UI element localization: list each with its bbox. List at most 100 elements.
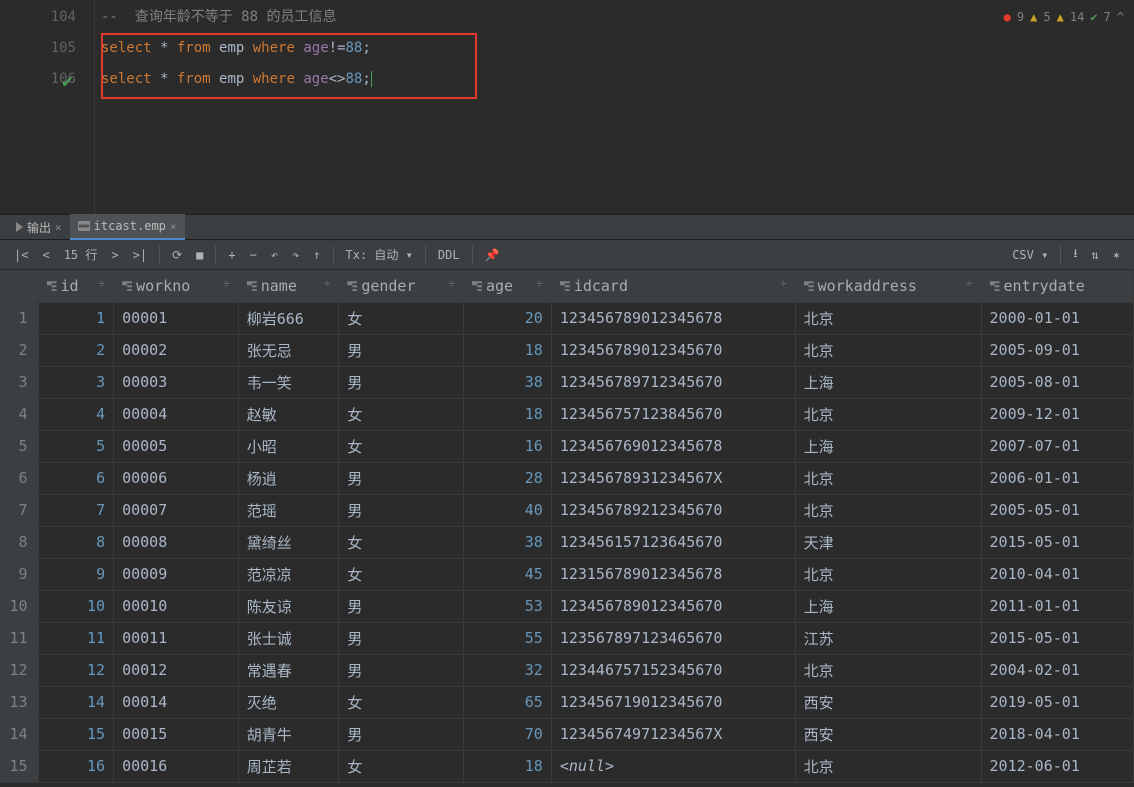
cell-workno[interactable]: 00008 (114, 526, 239, 558)
cell-age[interactable]: 40 (463, 494, 551, 526)
cell-gender[interactable]: 女 (339, 750, 464, 782)
cell-id[interactable]: 16 (38, 750, 114, 782)
cell-workno[interactable]: 00003 (114, 366, 239, 398)
cell-age[interactable]: 65 (463, 686, 551, 718)
cell-entrydate[interactable]: 2011-01-01 (981, 590, 1133, 622)
table-row[interactable]: 151600016周芷若女18<null>北京2012-06-01 (0, 750, 1134, 782)
cell-workaddress[interactable]: 上海 (795, 366, 981, 398)
cell-idcard[interactable]: 123456789012345670 (551, 590, 795, 622)
cell-entrydate[interactable]: 2000-01-01 (981, 302, 1133, 334)
cell-workno[interactable]: 00011 (114, 622, 239, 654)
cell-workaddress[interactable]: 北京 (795, 398, 981, 430)
cell-entrydate[interactable]: 2015-05-01 (981, 622, 1133, 654)
table-row[interactable]: 2200002张无忌男18123456789012345670北京2005-09… (0, 334, 1134, 366)
cell-workaddress[interactable]: 上海 (795, 590, 981, 622)
cell-name[interactable]: 黛绮丝 (238, 526, 339, 558)
cell-idcard[interactable]: 123456789012345678 (551, 302, 795, 334)
view-settings-button[interactable]: ✶ (1107, 245, 1126, 265)
cell-workaddress[interactable]: 北京 (795, 494, 981, 526)
cell-workno[interactable]: 00010 (114, 590, 239, 622)
cell-id[interactable]: 3 (38, 366, 114, 398)
cell-id[interactable]: 12 (38, 654, 114, 686)
table-row[interactable]: 5500005小昭女16123456769012345678上海2007-07-… (0, 430, 1134, 462)
commit-button[interactable]: ↑ (307, 245, 326, 265)
cell-id[interactable]: 7 (38, 494, 114, 526)
cell-id[interactable]: 11 (38, 622, 114, 654)
cell-age[interactable]: 18 (463, 398, 551, 430)
cell-idcard[interactable]: 123456719012345670 (551, 686, 795, 718)
ddl-button[interactable]: DDL (432, 245, 466, 265)
cell-id[interactable]: 4 (38, 398, 114, 430)
tx-mode-dropdown[interactable]: Tx: 自动 ▾ (340, 243, 419, 266)
column-header-gender[interactable]: gender÷ (339, 270, 464, 302)
cell-id[interactable]: 5 (38, 430, 114, 462)
cell-idcard[interactable]: 123456789712345670 (551, 366, 795, 398)
cell-idcard[interactable]: 12345678931234567X (551, 462, 795, 494)
cell-gender[interactable]: 女 (339, 686, 464, 718)
cell-age[interactable]: 38 (463, 526, 551, 558)
cell-workaddress[interactable]: 上海 (795, 430, 981, 462)
cell-entrydate[interactable]: 2006-01-01 (981, 462, 1133, 494)
cell-gender[interactable]: 男 (339, 718, 464, 750)
cell-gender[interactable]: 女 (339, 526, 464, 558)
row-count-label[interactable]: 15 行 (58, 243, 104, 266)
table-row[interactable]: 4400004赵敏女18123456757123845670北京2009-12-… (0, 398, 1134, 430)
cell-age[interactable]: 53 (463, 590, 551, 622)
cell-workaddress[interactable]: 北京 (795, 334, 981, 366)
cell-gender[interactable]: 男 (339, 366, 464, 398)
cell-entrydate[interactable]: 2005-05-01 (981, 494, 1133, 526)
cell-age[interactable]: 18 (463, 334, 551, 366)
cell-age[interactable]: 55 (463, 622, 551, 654)
cell-id[interactable]: 10 (38, 590, 114, 622)
cell-workno[interactable]: 00004 (114, 398, 239, 430)
cell-entrydate[interactable]: 2015-05-01 (981, 526, 1133, 558)
cell-workno[interactable]: 00007 (114, 494, 239, 526)
cell-workaddress[interactable]: 西安 (795, 718, 981, 750)
cell-name[interactable]: 常遇春 (238, 654, 339, 686)
cell-entrydate[interactable]: 2005-08-01 (981, 366, 1133, 398)
pin-button[interactable]: 📌 (479, 245, 506, 265)
tab-output[interactable]: 输出 × (8, 214, 70, 240)
cell-gender[interactable]: 女 (339, 558, 464, 590)
cell-id[interactable]: 9 (38, 558, 114, 590)
stop-button[interactable]: ■ (190, 245, 209, 265)
undo-button[interactable]: ↶ (265, 245, 284, 265)
cell-idcard[interactable]: 123456789212345670 (551, 494, 795, 526)
cell-age[interactable]: 28 (463, 462, 551, 494)
cell-entrydate[interactable]: 2005-09-01 (981, 334, 1133, 366)
cell-gender[interactable]: 男 (339, 654, 464, 686)
column-header-name[interactable]: name÷ (238, 270, 339, 302)
prev-page-button[interactable]: < (36, 245, 55, 265)
cell-workaddress[interactable]: 北京 (795, 558, 981, 590)
import-button[interactable]: ⇅ (1086, 245, 1105, 265)
code-line[interactable]: -- 查询年龄不等于 88 的员工信息 (101, 2, 1134, 33)
cell-entrydate[interactable]: 2018-04-01 (981, 718, 1133, 750)
remove-row-button[interactable]: − (244, 245, 263, 265)
refresh-button[interactable]: ⟳ (166, 245, 188, 265)
cell-age[interactable]: 16 (463, 430, 551, 462)
table-row[interactable]: 3300003韦一笑男38123456789712345670上海2005-08… (0, 366, 1134, 398)
cell-workno[interactable]: 00006 (114, 462, 239, 494)
table-row[interactable]: 8800008黛绮丝女38123456157123645670天津2015-05… (0, 526, 1134, 558)
cell-entrydate[interactable]: 2004-02-01 (981, 654, 1133, 686)
cell-gender[interactable]: 女 (339, 302, 464, 334)
tab-result[interactable]: itcast.emp × (70, 214, 185, 240)
cell-name[interactable]: 范瑶 (238, 494, 339, 526)
cell-workno[interactable]: 00012 (114, 654, 239, 686)
next-page-button[interactable]: > (105, 245, 124, 265)
cell-gender[interactable]: 女 (339, 430, 464, 462)
table-row[interactable]: 121200012常遇春男32123446757152345670北京2004-… (0, 654, 1134, 686)
collapse-icon[interactable]: ^ (1117, 2, 1124, 33)
cell-name[interactable]: 张无忌 (238, 334, 339, 366)
last-page-button[interactable]: >| (127, 245, 153, 265)
cell-name[interactable]: 范凉凉 (238, 558, 339, 590)
cell-idcard[interactable]: 123156789012345678 (551, 558, 795, 590)
column-header-age[interactable]: age÷ (463, 270, 551, 302)
cell-workaddress[interactable]: 江苏 (795, 622, 981, 654)
cell-age[interactable]: 45 (463, 558, 551, 590)
code-line[interactable]: select * from emp where age<>88; (101, 64, 1134, 95)
table-row[interactable]: 1100001柳岩666女20123456789012345678北京2000-… (0, 302, 1134, 334)
cell-age[interactable]: 70 (463, 718, 551, 750)
cell-idcard[interactable]: 123456769012345678 (551, 430, 795, 462)
cell-workno[interactable]: 00001 (114, 302, 239, 334)
